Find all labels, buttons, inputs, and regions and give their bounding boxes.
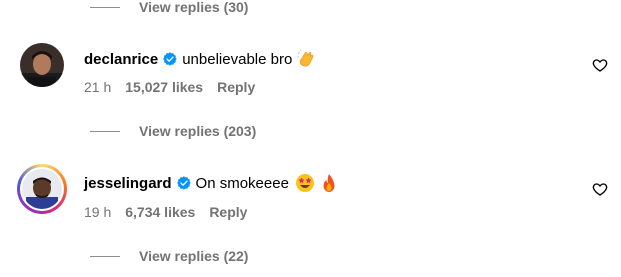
comment-text: unbelievable bro [182, 50, 293, 68]
view-replies-button[interactable]: View replies (30) [90, 0, 248, 17]
like-heart-icon[interactable] [592, 181, 608, 197]
avatar [22, 169, 62, 209]
comment-meta: 21 h 15,027 likes Reply [84, 79, 255, 95]
avatar-story-ring[interactable] [17, 164, 67, 214]
reply-button[interactable]: Reply [209, 204, 247, 220]
divider-line [90, 6, 120, 8]
divider-line [90, 255, 120, 257]
likes-count[interactable]: 6,734 likes [125, 204, 195, 220]
verified-badge-icon [163, 52, 177, 66]
fire-icon [323, 174, 335, 192]
comment-line: declanrice unbelievable bro [84, 49, 316, 69]
like-heart-icon[interactable] [592, 57, 608, 73]
star-struck-icon [295, 174, 314, 192]
avatar[interactable] [20, 43, 64, 87]
comment-text: On smokeeee [195, 174, 289, 192]
verified-badge-icon [176, 176, 191, 190]
view-replies-button[interactable]: View replies (203) [90, 121, 256, 141]
username[interactable]: declanrice [84, 51, 158, 68]
view-replies-label: View replies (22) [139, 248, 249, 264]
likes-count[interactable]: 15,027 likes [125, 79, 203, 95]
comments-panel: View replies (30) declanrice unbelievabl… [0, 0, 621, 277]
comment-line: jesselingard On smokeeee [84, 173, 337, 193]
view-replies-label: View replies (203) [139, 123, 257, 139]
comment-meta: 19 h 6,734 likes Reply [84, 204, 247, 220]
username[interactable]: jesselingard [84, 175, 172, 192]
view-replies-label: View replies (30) [139, 0, 249, 15]
clapping-hands-icon [297, 49, 314, 67]
reply-button[interactable]: Reply [217, 79, 255, 95]
timestamp: 21 h [84, 79, 112, 95]
timestamp: 19 h [84, 204, 112, 220]
divider-line [90, 130, 120, 132]
view-replies-button[interactable]: View replies (22) [90, 246, 248, 266]
